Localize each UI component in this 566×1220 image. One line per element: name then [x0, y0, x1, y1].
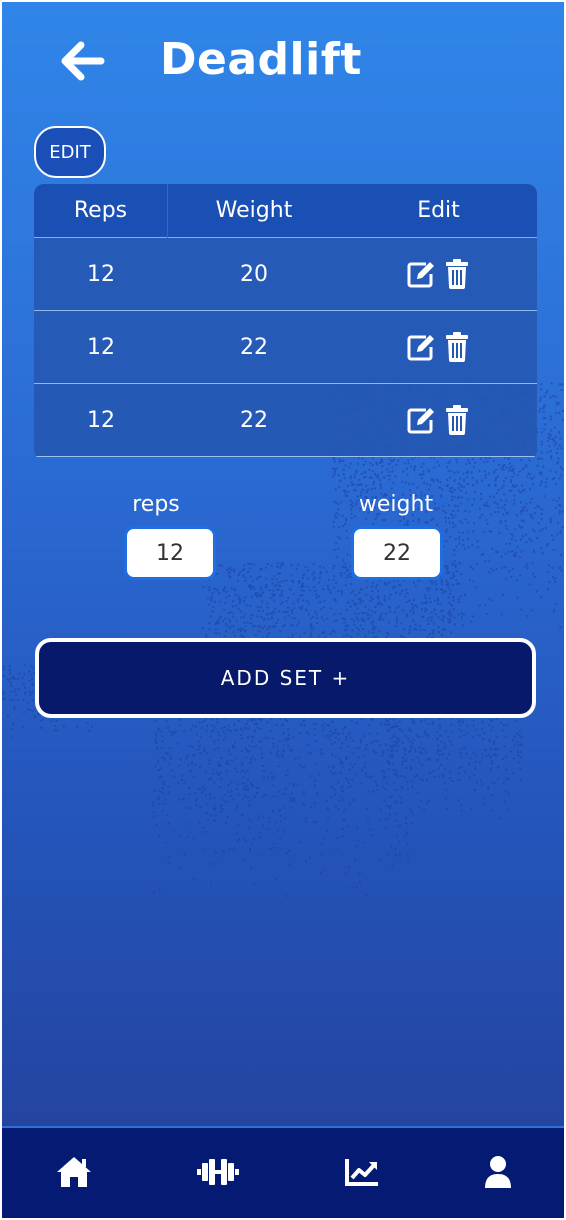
edit-icon — [407, 335, 434, 361]
weight-label: weight — [358, 492, 434, 517]
edit-set-button[interactable] — [406, 332, 436, 362]
reps-input[interactable] — [124, 526, 216, 580]
arrow-left-icon — [61, 41, 105, 81]
table-row: 12 20 — [34, 238, 537, 311]
edit-mode-button[interactable]: EDIT — [34, 126, 106, 178]
weight-cell: 22 — [240, 407, 268, 433]
trash-icon — [445, 405, 468, 435]
delete-set-button[interactable] — [442, 405, 472, 435]
chart-line-icon — [345, 1159, 378, 1186]
nav-profile[interactable] — [476, 1150, 520, 1194]
reps-cell: 12 — [87, 334, 115, 360]
weight-cell: 20 — [240, 261, 268, 287]
user-icon — [485, 1156, 511, 1188]
add-set-button[interactable]: ADD SET + — [35, 638, 536, 718]
home-icon — [57, 1157, 91, 1187]
row-actions — [340, 405, 537, 435]
dumbbell-icon — [197, 1159, 239, 1185]
nav-workouts[interactable] — [196, 1150, 240, 1194]
edit-set-button[interactable] — [406, 259, 436, 289]
delete-set-button[interactable] — [442, 332, 472, 362]
table-header: Reps Weight Edit — [34, 184, 537, 238]
delete-set-button[interactable] — [442, 259, 472, 289]
reps-label: reps — [132, 492, 180, 517]
reps-cell: 12 — [87, 407, 115, 433]
row-actions — [340, 259, 537, 289]
weight-cell: 22 — [240, 334, 268, 360]
nav-home[interactable] — [52, 1150, 96, 1194]
edit-icon — [407, 262, 434, 288]
column-header-weight: Weight — [215, 198, 293, 223]
bottom-nav — [2, 1126, 564, 1218]
edit-set-button[interactable] — [406, 405, 436, 435]
row-actions — [340, 332, 537, 362]
workout-screen: Deadlift EDIT Reps Weight Edit 12 20 12 … — [2, 2, 564, 1218]
trash-icon — [445, 332, 468, 362]
back-button[interactable] — [54, 38, 110, 84]
column-header-edit: Edit — [417, 198, 460, 223]
table-row: 12 22 — [34, 384, 537, 457]
edit-icon — [407, 408, 434, 434]
nav-progress[interactable] — [340, 1150, 384, 1194]
sets-table: Reps Weight Edit 12 20 12 22 12 22 — [34, 184, 537, 460]
table-row: 12 22 — [34, 311, 537, 384]
trash-icon — [445, 259, 468, 289]
reps-cell: 12 — [87, 261, 115, 287]
page-title: Deadlift — [160, 34, 362, 85]
column-header-reps: Reps — [34, 184, 168, 238]
weight-input[interactable] — [351, 526, 443, 580]
